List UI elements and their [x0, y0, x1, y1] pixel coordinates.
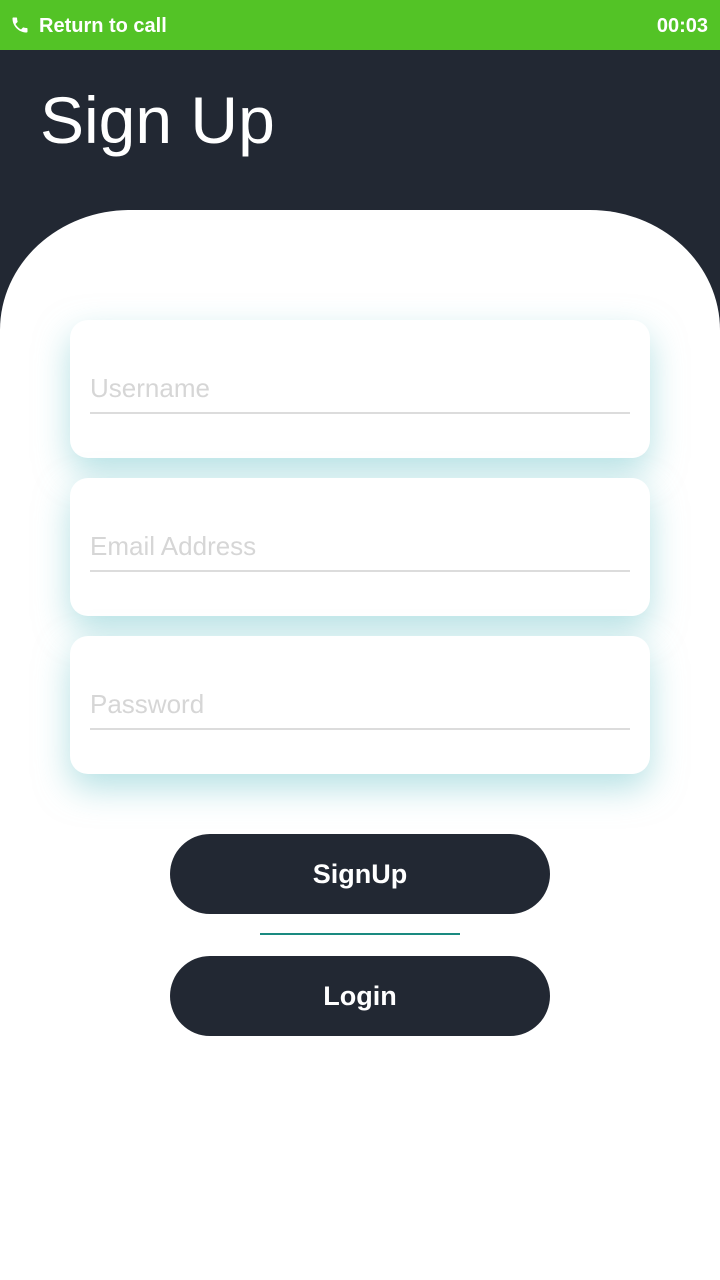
password-card [70, 636, 650, 774]
return-to-call-label[interactable]: Return to call [39, 14, 167, 38]
signup-button[interactable]: SignUp [170, 834, 550, 914]
divider [260, 933, 460, 935]
phone-icon [12, 17, 28, 33]
email-input[interactable] [90, 522, 630, 572]
username-input[interactable] [90, 364, 630, 414]
page-title: Sign Up [40, 83, 275, 157]
email-card [70, 478, 650, 616]
username-card [70, 320, 650, 458]
password-input[interactable] [90, 680, 630, 730]
return-to-call-bar[interactable]: Return to call 00:03 [0, 0, 720, 50]
call-timer: 00:03 [656, 15, 708, 37]
login-button[interactable]: Login [170, 956, 550, 1036]
